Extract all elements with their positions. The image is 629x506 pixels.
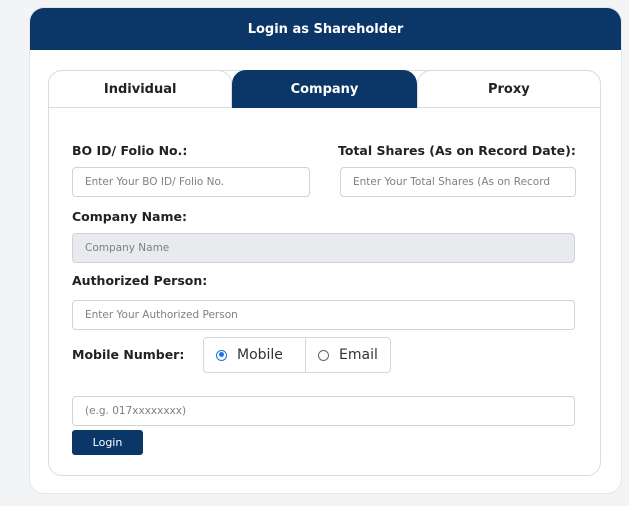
total-shares-input[interactable]: Enter Your Total Shares (As on Record (340, 167, 576, 197)
contact-type-radio-group: Mobile Email (203, 337, 391, 373)
tab-proxy-label: Proxy (487, 81, 530, 97)
radio-checked-icon[interactable] (216, 349, 227, 361)
bo-id-label: BO ID/ Folio No.: (72, 143, 188, 158)
bo-id-input[interactable]: Enter Your BO ID/ Folio No. (72, 167, 310, 197)
login-button[interactable]: Login (72, 430, 143, 455)
total-shares-label: Total Shares (As on Record Date): (338, 143, 576, 158)
card-title: Login as Shareholder (247, 21, 404, 37)
card-header: Login as Shareholder (30, 8, 621, 50)
radio-unchecked-icon[interactable] (318, 349, 329, 361)
radio-email-label: Email (339, 347, 378, 363)
tab-bar: Individual Company Proxy (48, 70, 601, 110)
radio-email[interactable]: Email (306, 338, 378, 372)
radio-mobile-label: Mobile (237, 347, 283, 363)
company-name-label: Company Name: (72, 209, 187, 224)
authorized-person-label: Authorized Person: (72, 273, 208, 288)
tab-company[interactable]: Company (232, 70, 417, 108)
login-panel: Individual Company Proxy BO ID/ Folio No… (48, 70, 601, 476)
authorized-person-input[interactable]: Enter Your Authorized Person (72, 300, 575, 330)
mobile-number-label: Mobile Number: (72, 347, 185, 362)
tab-individual-label: Individual (103, 81, 177, 97)
mobile-number-input[interactable]: (e.g. 017xxxxxxxx) (72, 396, 575, 426)
company-name-input: Company Name (72, 233, 575, 263)
tab-company-label: Company (290, 81, 359, 97)
radio-mobile[interactable]: Mobile (204, 338, 306, 372)
tab-proxy[interactable]: Proxy (416, 70, 601, 108)
tab-individual[interactable]: Individual (48, 70, 233, 108)
login-card: Login as Shareholder Individual Company … (30, 8, 621, 493)
